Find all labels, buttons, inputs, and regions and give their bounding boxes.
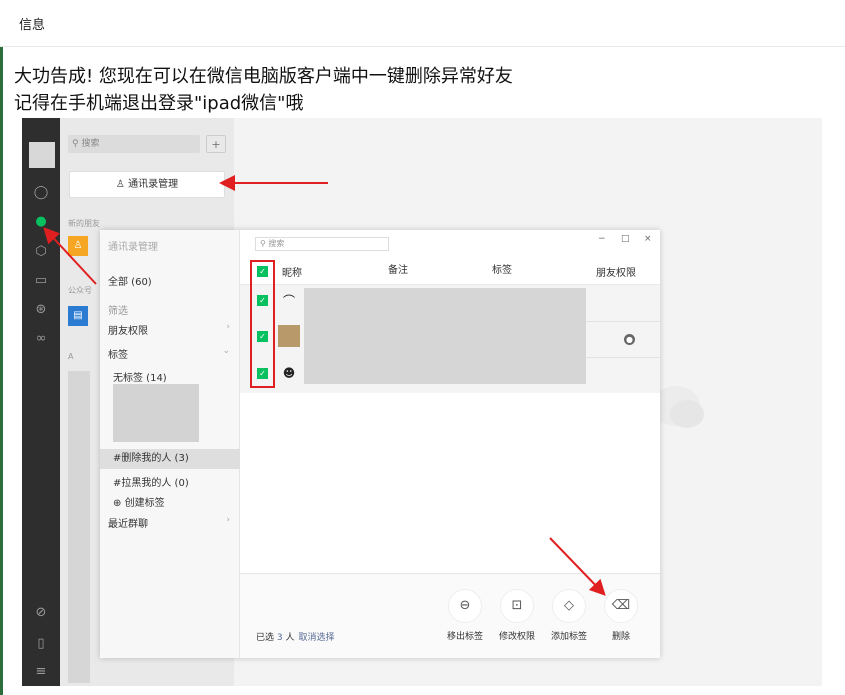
miniprogram-icon[interactable]: ∞ bbox=[33, 331, 49, 347]
chevron-right-icon: › bbox=[226, 515, 230, 525]
col-tag: 标签 bbox=[492, 265, 512, 276]
col-remark: 备注 bbox=[388, 265, 408, 276]
avatar[interactable] bbox=[29, 142, 55, 168]
tags-item[interactable]: 标签 ⌄ bbox=[108, 346, 234, 361]
manager-search-placeholder: 搜索 bbox=[268, 239, 285, 248]
intro-line-1: 大功告成! 您现在可以在微信电脑版客户端中一键删除异常好友 bbox=[14, 66, 513, 87]
contacts-icon[interactable]: ● bbox=[33, 214, 49, 230]
recent-group-item[interactable]: 最近群聊 › bbox=[108, 515, 234, 530]
wechat-nav-bar: ◯ ● ⬡ ▭ ⊛ ∞ ⊘ ▯ ≡ bbox=[22, 118, 60, 686]
plus-icon: ⊕ bbox=[113, 498, 122, 509]
create-tag-label: 创建标签 bbox=[124, 498, 165, 509]
trash-icon: ⌫ bbox=[604, 589, 638, 623]
contacts-manager-window: 通讯录管理 全部 (60) 筛选 朋友权限 › 标签 ⌄ 无标签 (14) #删除我… bbox=[100, 230, 660, 658]
moments-icon[interactable]: ⊛ bbox=[33, 302, 49, 318]
contact-avatar bbox=[278, 325, 300, 347]
create-tag-button[interactable]: ⊕ 创建标签 bbox=[113, 494, 239, 509]
selected-count: 已选 3 人取消选择 bbox=[256, 630, 335, 643]
manager-bottom-bar: 已选 3 人取消选择 ⊖ 移出标签 ⊡ 修改权限 ◇ 添加标签 ⌫ 删除 bbox=[240, 573, 660, 658]
chevron-right-icon: › bbox=[226, 322, 230, 332]
add-tag-label: 添加标签 bbox=[550, 632, 587, 642]
manager-search-input[interactable]: ⚲ 搜索 bbox=[255, 237, 389, 251]
header-bar: 信息 bbox=[0, 0, 845, 47]
cancel-select-link[interactable]: 取消选择 bbox=[299, 633, 335, 643]
friend-permission-label: 朋友权限 bbox=[108, 326, 148, 337]
add-tag-button[interactable]: ◇ 添加标签 bbox=[545, 589, 593, 642]
section-new-friends: 新的朋友 bbox=[68, 219, 100, 228]
link-icon[interactable]: ⊘ bbox=[33, 605, 49, 621]
contact-avatar: ☻ bbox=[282, 366, 296, 380]
manager-main: ⚲ 搜索 − □ × ✓ 昵称 备注 标签 朋友权限 ✓ ⌒ ✓ ✓ ☻ ● 已… bbox=[240, 230, 660, 658]
selected-number: 3 bbox=[276, 633, 283, 643]
tag-deleted-me[interactable]: #删除我的人 (3) bbox=[100, 449, 240, 469]
section-official: 公众号 bbox=[68, 286, 92, 295]
change-permission-button[interactable]: ⊡ 修改权限 bbox=[493, 589, 541, 642]
wechat-watermark-small bbox=[670, 400, 704, 428]
window-edge bbox=[0, 0, 3, 695]
col-nickname: 昵称 bbox=[282, 268, 302, 279]
contact-search-input[interactable]: ⚲ 搜索 bbox=[68, 135, 200, 153]
remove-tag-icon: ⊖ bbox=[448, 589, 482, 623]
row-divider bbox=[586, 357, 660, 358]
lock-icon: ⊡ bbox=[500, 589, 534, 623]
section-a: A bbox=[68, 352, 74, 361]
menu-icon[interactable]: ≡ bbox=[33, 664, 49, 680]
official-account-icon[interactable]: ▤ bbox=[68, 306, 88, 326]
col-permission: 朋友权限 bbox=[596, 268, 636, 279]
contacts-manager-button[interactable]: ♙ 通讯录管理 bbox=[69, 171, 225, 198]
filter-label: 筛选 bbox=[108, 306, 128, 317]
close-button[interactable]: × bbox=[644, 234, 652, 244]
checkbox-highlight-box bbox=[250, 260, 275, 388]
filter-all[interactable]: 全部 (60) bbox=[108, 273, 234, 288]
selected-suffix: 人 bbox=[285, 633, 295, 643]
intro-line-2: 记得在手机端退出登录"ipad微信"哦 bbox=[14, 93, 304, 114]
folder-icon[interactable]: ▭ bbox=[33, 273, 49, 289]
tag-list-placeholder bbox=[113, 384, 199, 442]
chevron-down-icon: ⌄ bbox=[222, 346, 230, 356]
contact-data-placeholder bbox=[304, 288, 586, 384]
friend-permission-item[interactable]: 朋友权限 › bbox=[108, 322, 234, 337]
remove-tag-label: 移出标签 bbox=[446, 632, 483, 642]
tags-label: 标签 bbox=[108, 350, 128, 361]
manager-title: 通讯录管理 bbox=[108, 242, 158, 253]
phone-icon[interactable]: ▯ bbox=[33, 636, 49, 652]
chat-icon[interactable]: ◯ bbox=[33, 185, 49, 201]
manager-sidebar: 通讯录管理 全部 (60) 筛选 朋友权限 › 标签 ⌄ 无标签 (14) #删除我… bbox=[100, 230, 240, 658]
selected-prefix: 已选 bbox=[256, 633, 275, 643]
change-permission-label: 修改权限 bbox=[498, 632, 535, 642]
delete-label: 删除 bbox=[611, 632, 630, 642]
header-title: 信息 bbox=[19, 18, 46, 33]
tag-no-tag[interactable]: 无标签 (14) bbox=[113, 369, 239, 384]
row-divider bbox=[586, 321, 660, 322]
tag-icon: ◇ bbox=[552, 589, 586, 623]
contact-list-placeholder bbox=[68, 371, 90, 683]
tag-blocked-me[interactable]: #拉黑我的人 (0) bbox=[113, 474, 239, 489]
new-friend-icon[interactable]: ♙ bbox=[68, 236, 88, 256]
maximize-button[interactable]: □ bbox=[621, 234, 630, 244]
recent-group-label: 最近群聊 bbox=[108, 519, 148, 530]
delete-button[interactable]: ⌫ 删除 bbox=[597, 589, 645, 642]
contacts-manager-label: 通讯录管理 bbox=[128, 179, 179, 190]
search-placeholder: 搜索 bbox=[81, 139, 100, 149]
contact-avatar: ⌒ bbox=[282, 294, 295, 308]
add-contact-icon[interactable]: + bbox=[206, 135, 226, 153]
remove-tag-button[interactable]: ⊖ 移出标签 bbox=[441, 589, 489, 642]
permission-icon: ● bbox=[624, 334, 635, 345]
wechat-screenshot: ◯ ● ⬡ ▭ ⊛ ∞ ⊘ ▯ ≡ ⚲ 搜索 + ♙ 通讯录管理 新的朋友 ♙ … bbox=[22, 118, 822, 686]
cube-icon[interactable]: ⬡ bbox=[33, 244, 49, 260]
minimize-button[interactable]: − bbox=[598, 234, 606, 244]
